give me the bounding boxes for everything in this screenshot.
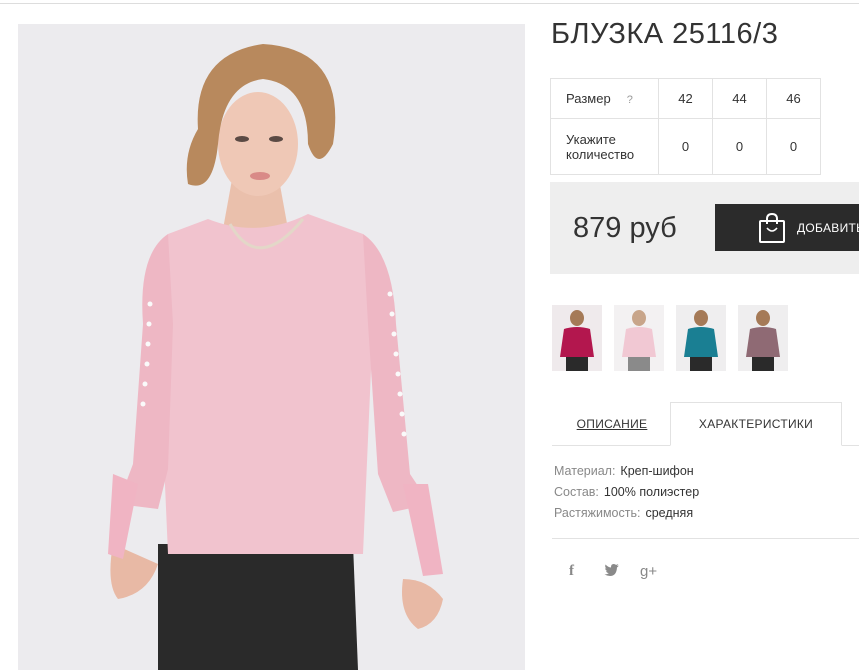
top-divider <box>0 3 859 4</box>
twitter-bird-icon <box>604 564 619 576</box>
product-title: БЛУЗКА 25116/3 <box>551 18 779 50</box>
spec-value: 100% полиэстер <box>603 485 700 499</box>
size-44: 44 <box>712 78 767 119</box>
size-label: Размер <box>566 91 611 106</box>
price-box: 879 руб ДОБАВИТЬ <box>550 182 859 274</box>
quantity-row: Укажите количество 0 0 0 <box>550 118 821 175</box>
quantity-input-42[interactable]: 0 <box>658 118 713 175</box>
tab-characteristics[interactable]: ХАРАКТЕРИСТИКИ <box>670 402 842 446</box>
spec-value: средняя <box>645 506 694 520</box>
help-icon[interactable]: ? <box>627 94 633 106</box>
thumbnail-teal[interactable] <box>676 305 726 371</box>
add-to-cart-button[interactable]: ДОБАВИТЬ <box>715 204 859 251</box>
social-divider <box>552 538 859 539</box>
thumb-pink-icon <box>614 305 664 371</box>
thumbnail-pink[interactable] <box>614 305 664 371</box>
twitter-icon[interactable] <box>604 563 620 581</box>
thumb-burgundy-icon <box>552 305 602 371</box>
product-main-photo[interactable] <box>18 24 525 670</box>
add-to-cart-label: ДОБАВИТЬ <box>797 220 859 235</box>
thumb-mauve-icon <box>738 305 788 371</box>
specs-list: Материал: Креп-шифон Состав: 100% полиэсте… <box>554 464 699 527</box>
size-table: Размер? 42 44 46 Укажите количество 0 0 … <box>550 78 821 175</box>
quantity-label: Укажите количество <box>566 131 635 162</box>
shopping-bag-icon <box>759 212 785 243</box>
size-46: 46 <box>766 78 821 119</box>
thumbnail-mauve[interactable] <box>738 305 788 371</box>
spec-key: Материал: <box>554 464 616 478</box>
quantity-input-44[interactable]: 0 <box>712 118 767 175</box>
size-42: 42 <box>658 78 713 119</box>
size-row: Размер? 42 44 46 <box>550 78 821 119</box>
spec-key: Растяжимость: <box>554 506 641 520</box>
model-illustration <box>18 24 525 670</box>
facebook-icon[interactable]: f <box>569 563 574 580</box>
quantity-label-cell: Укажите количество <box>550 118 659 175</box>
thumb-teal-icon <box>676 305 726 371</box>
price-value: 879 руб <box>573 212 677 244</box>
googleplus-icon[interactable]: g+ <box>640 563 657 580</box>
tab-description[interactable]: ОПИСАНИЕ <box>572 402 652 445</box>
spec-row-stretch: Растяжимость: средняя <box>554 506 699 527</box>
spec-key: Состав: <box>554 485 599 499</box>
size-label-cell: Размер? <box>550 78 659 119</box>
thumbnail-burgundy[interactable] <box>552 305 602 371</box>
spec-row-material: Материал: Креп-шифон <box>554 464 699 485</box>
spec-row-composition: Состав: 100% полиэстер <box>554 485 699 506</box>
quantity-input-46[interactable]: 0 <box>766 118 821 175</box>
spec-value: Креп-шифон <box>620 464 694 478</box>
